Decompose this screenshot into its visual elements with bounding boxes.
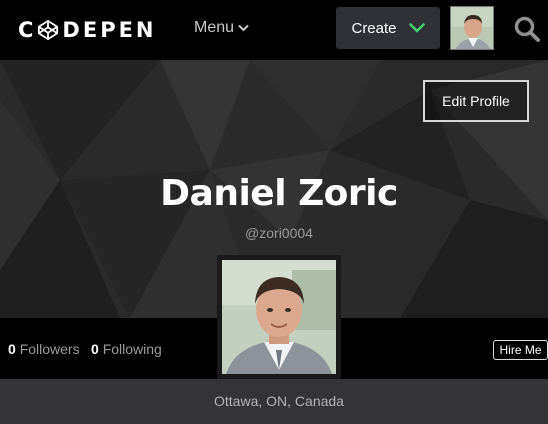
location-bar: Ottawa, ON, Canada: [0, 379, 548, 424]
menu-button[interactable]: Menu: [194, 19, 249, 37]
chevron-down-icon: [238, 24, 249, 32]
hire-me-button[interactable]: Hire Me: [493, 340, 548, 360]
top-navigation-bar: C DEPEN Menu Create: [0, 0, 548, 60]
codepen-cube-icon: [38, 19, 59, 41]
following-label: Following: [102, 341, 162, 357]
profile-name: Daniel Zoric: [160, 173, 398, 214]
profile-avatar: [217, 255, 341, 379]
create-label: Create: [351, 19, 397, 37]
chevron-down-icon: [408, 23, 425, 33]
codepen-logo[interactable]: C DEPEN: [18, 16, 157, 44]
following-stat[interactable]: 0 Following: [91, 341, 162, 357]
codepen-profile-page: C DEPEN Menu Create Edit Profile Daniel …: [0, 0, 548, 424]
edit-profile-button[interactable]: Edit Profile: [423, 80, 529, 122]
create-button[interactable]: Create: [336, 7, 440, 49]
logo-letter-c: C: [18, 18, 37, 42]
menu-label: Menu: [194, 19, 235, 36]
profile-photo: [222, 260, 336, 374]
logo-letters-depen: DEPEN: [62, 18, 157, 42]
followers-count: 0: [8, 341, 16, 357]
following-count: 0: [91, 341, 99, 357]
profile-handle[interactable]: @zori0004: [0, 225, 548, 241]
search-icon[interactable]: [513, 15, 541, 43]
followers-stat[interactable]: 0 Followers: [8, 341, 80, 357]
followers-label: Followers: [19, 341, 80, 357]
profile-location: Ottawa, ON, Canada: [214, 393, 344, 409]
avatar: [451, 7, 493, 49]
user-avatar-button[interactable]: [450, 6, 494, 50]
avatar: [222, 260, 336, 374]
